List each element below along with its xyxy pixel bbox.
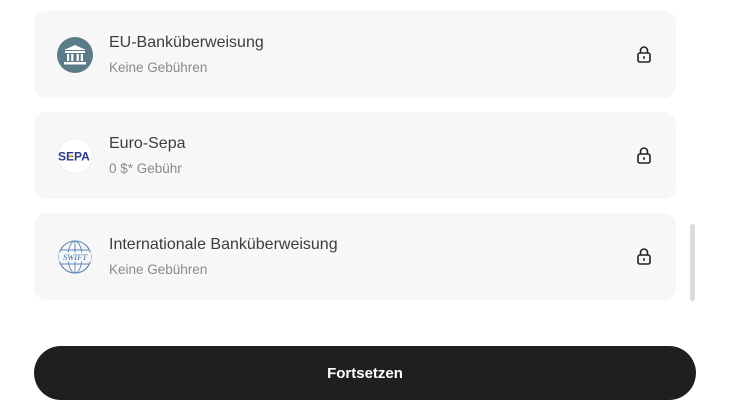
payment-option-fee: 0 $* Gebühr (109, 161, 182, 176)
svg-text:SEPA: SEPA (58, 150, 90, 164)
payment-option-fee: Keine Gebühren (109, 262, 208, 277)
payment-option-name: Euro-Sepa (109, 135, 186, 152)
lock-icon (637, 46, 651, 63)
svg-text:SWIFT: SWIFT (63, 252, 88, 262)
lock-icon (637, 248, 651, 265)
lock-icon (637, 147, 651, 164)
payment-option-fee: Keine Gebühren (109, 60, 208, 75)
scrollbar-thumb[interactable] (690, 224, 695, 301)
sepa-logo: SEPA (57, 138, 93, 174)
payment-option-international-bank-transfer[interactable]: SWIFT Internationale Banküberweisung Kei… (34, 213, 676, 300)
continue-button[interactable]: Fortsetzen (34, 346, 696, 400)
swift-globe-icon: SWIFT (57, 239, 93, 275)
bank-building-icon (57, 37, 93, 73)
payment-option-name: EU-Banküberweisung (109, 34, 264, 51)
payment-option-name: Internationale Banküberweisung (109, 236, 338, 253)
payment-option-euro-sepa[interactable]: SEPA Euro-Sepa 0 $* Gebühr (34, 112, 676, 199)
payment-option-eu-bank-transfer[interactable]: EU-Banküberweisung Keine Gebühren (34, 11, 676, 98)
